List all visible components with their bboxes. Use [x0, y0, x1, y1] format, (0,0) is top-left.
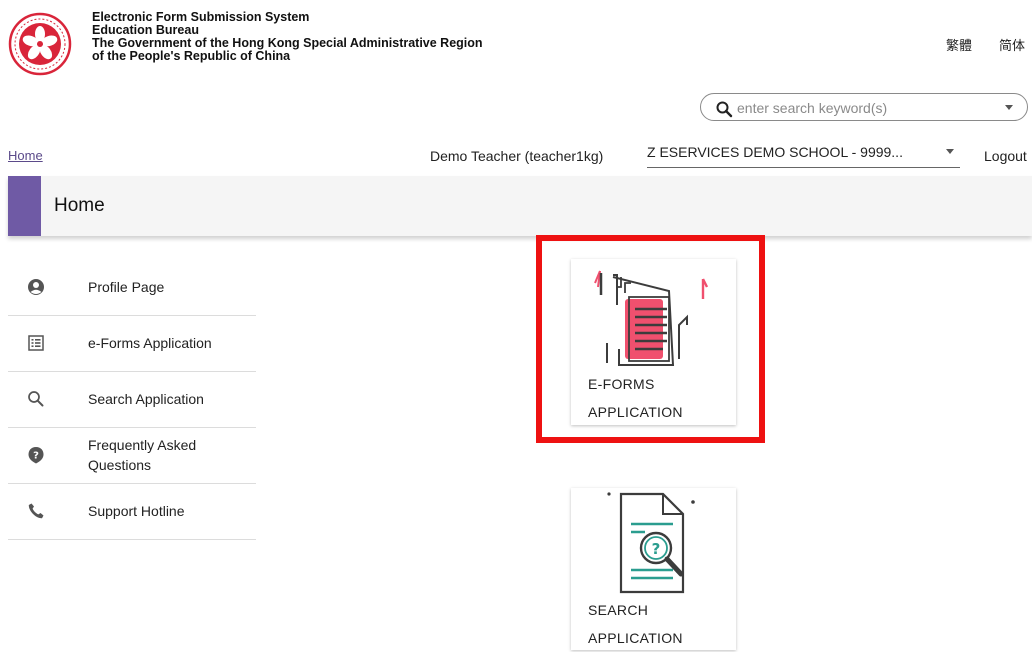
- search-box[interactable]: [700, 93, 1028, 121]
- search-icon: [716, 101, 733, 118]
- list-form-icon: [28, 335, 44, 351]
- breadcrumb-home-link[interactable]: Home: [8, 148, 43, 163]
- sidebar-item-label: Profile Page: [88, 279, 165, 295]
- svg-text:?: ?: [652, 540, 661, 558]
- user-name: Demo Teacher (teacher1kg): [430, 148, 604, 164]
- svg-text:?: ?: [33, 451, 39, 462]
- search-document-icon: ?: [607, 492, 695, 594]
- tile-search-application[interactable]: ? SEARCH APPLICATION: [571, 488, 736, 650]
- sidebar-item-eforms-application[interactable]: e-Forms Application: [8, 315, 256, 372]
- school-select-value: Z ESERVICES DEMO SCHOOL - 9999...: [647, 144, 903, 160]
- school-select[interactable]: Z ESERVICES DEMO SCHOOL - 9999...: [647, 141, 960, 168]
- sidebar-item-profile-page[interactable]: Profile Page: [8, 259, 256, 316]
- sidebar-item-search-application[interactable]: Search Application: [8, 371, 256, 428]
- sidebar-item-label: Search Application: [88, 391, 204, 407]
- tile-label-line1: SEARCH: [588, 602, 649, 618]
- highlight-box: [536, 235, 765, 443]
- chevron-down-icon: [946, 149, 954, 154]
- search-input[interactable]: [735, 97, 979, 119]
- hksar-emblem-icon: [8, 12, 72, 76]
- account-circle-icon: [28, 279, 44, 295]
- sidebar-item-label: e-Forms Application: [88, 335, 212, 351]
- tile-label-line2: APPLICATION: [588, 630, 683, 646]
- page-title: Home: [54, 195, 105, 216]
- search-icon: [28, 391, 44, 407]
- page-title-bar: Home: [8, 176, 1032, 236]
- lang-simplified-link[interactable]: 简体: [999, 35, 1025, 54]
- question-help-icon: ?: [28, 447, 44, 464]
- sidebar-item-support-hotline[interactable]: Support Hotline: [8, 483, 256, 540]
- sidebar-item-faq[interactable]: ? Frequently Asked Questions: [8, 427, 256, 484]
- logout-link[interactable]: Logout: [984, 148, 1027, 164]
- lang-traditional-link[interactable]: 繁體: [946, 35, 972, 54]
- search-dropdown-caret-icon[interactable]: [1005, 105, 1013, 110]
- sidebar-item-label: Frequently Asked Questions: [88, 437, 197, 473]
- sidebar-item-label: Support Hotline: [88, 503, 185, 519]
- phone-icon: [28, 503, 44, 519]
- title-accent-bar: [8, 176, 41, 236]
- government-name-cont: of the People's Republic of China: [92, 49, 291, 63]
